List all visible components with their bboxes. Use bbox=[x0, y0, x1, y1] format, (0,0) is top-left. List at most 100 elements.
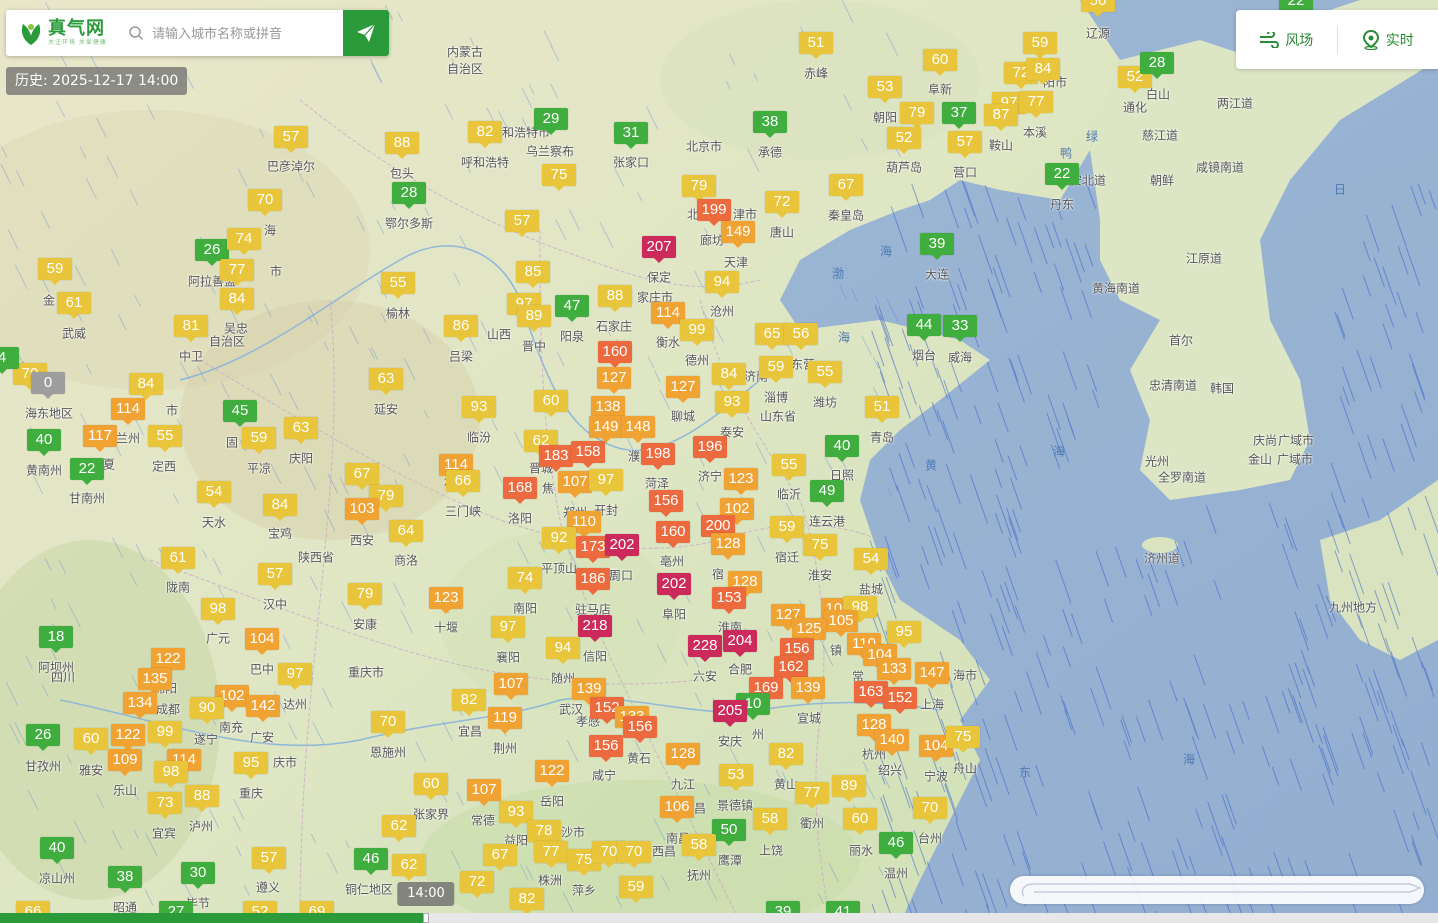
aqi-marker[interactable]: 196 bbox=[693, 436, 727, 463]
aqi-marker[interactable]: 82 bbox=[769, 743, 803, 770]
aqi-marker[interactable]: 40 bbox=[825, 435, 859, 462]
aqi-marker[interactable]: 79 bbox=[900, 102, 934, 129]
aqi-marker[interactable]: 160 bbox=[656, 521, 690, 548]
aqi-marker[interactable]: 82 bbox=[510, 888, 544, 915]
aqi-marker[interactable]: 22 bbox=[70, 458, 104, 485]
aqi-marker[interactable]: 84 bbox=[263, 494, 297, 521]
aqi-marker[interactable]: 202 bbox=[605, 534, 639, 561]
aqi-marker[interactable]: 4 bbox=[0, 347, 19, 374]
aqi-marker[interactable]: 218 bbox=[578, 615, 612, 642]
aqi-marker[interactable]: 152 bbox=[883, 687, 917, 714]
aqi-marker[interactable]: 39 bbox=[920, 233, 954, 260]
aqi-marker[interactable]: 95 bbox=[234, 752, 268, 779]
aqi-marker[interactable]: 59 bbox=[770, 516, 804, 543]
aqi-marker[interactable]: 92 bbox=[542, 527, 576, 554]
aqi-marker[interactable]: 57 bbox=[505, 210, 539, 237]
aqi-marker[interactable]: 57 bbox=[948, 131, 982, 158]
timeline-track[interactable] bbox=[0, 913, 1438, 923]
aqi-marker[interactable]: 77 bbox=[1019, 91, 1053, 118]
aqi-marker[interactable]: 87 bbox=[984, 104, 1018, 131]
aqi-marker[interactable]: 135 bbox=[138, 668, 172, 695]
aqi-marker[interactable]: 107 bbox=[494, 673, 528, 700]
aqi-marker[interactable]: 77 bbox=[534, 841, 568, 868]
aqi-marker[interactable]: 119 bbox=[488, 707, 522, 734]
aqi-marker[interactable]: 61 bbox=[161, 547, 195, 574]
aqi-marker[interactable]: 78 bbox=[527, 820, 561, 847]
aqi-marker[interactable]: 56 bbox=[1081, 0, 1115, 17]
aqi-marker[interactable]: 93 bbox=[462, 396, 496, 423]
aqi-marker[interactable]: 60 bbox=[923, 49, 957, 76]
aqi-marker[interactable]: 99 bbox=[148, 721, 182, 748]
aqi-marker[interactable]: 114 bbox=[111, 398, 145, 425]
aqi-marker[interactable]: 95 bbox=[887, 621, 921, 648]
aqi-marker[interactable]: 88 bbox=[385, 132, 419, 159]
aqi-marker[interactable]: 62 bbox=[392, 854, 426, 881]
aqi-marker[interactable]: 28 bbox=[392, 182, 426, 209]
aqi-marker[interactable]: 28 bbox=[1140, 52, 1174, 79]
aqi-marker[interactable]: 56 bbox=[784, 323, 818, 350]
aqi-marker[interactable]: 82 bbox=[452, 689, 486, 716]
aqi-marker[interactable]: 168 bbox=[503, 477, 537, 504]
aqi-marker[interactable]: 207 bbox=[642, 236, 676, 263]
aqi-marker[interactable]: 204 bbox=[723, 630, 757, 657]
aqi-marker[interactable]: 18 bbox=[39, 626, 73, 653]
aqi-marker[interactable]: 51 bbox=[865, 396, 899, 423]
aqi-marker[interactable]: 158 bbox=[571, 441, 605, 468]
aqi-marker[interactable]: 98 bbox=[154, 761, 188, 788]
aqi-marker[interactable]: 50 bbox=[712, 819, 746, 846]
aqi-marker[interactable]: 198 bbox=[641, 443, 675, 470]
aqi-marker[interactable]: 70 bbox=[248, 189, 282, 216]
aqi-marker[interactable]: 52 bbox=[887, 127, 921, 154]
aqi-marker[interactable]: 70 bbox=[913, 797, 947, 824]
aqi-marker[interactable]: 93 bbox=[715, 391, 749, 418]
aqi-marker[interactable]: 147 bbox=[915, 662, 949, 689]
aqi-marker[interactable]: 86 bbox=[444, 315, 478, 342]
aqi-marker[interactable]: 134 bbox=[123, 692, 157, 719]
aqi-marker[interactable]: 128 bbox=[666, 743, 700, 770]
aqi-marker[interactable]: 98 bbox=[201, 598, 235, 625]
aqi-marker[interactable]: 107 bbox=[467, 779, 501, 806]
aqi-marker[interactable]: 67 bbox=[483, 844, 517, 871]
aqi-marker[interactable]: 60 bbox=[74, 728, 108, 755]
aqi-marker[interactable]: 26 bbox=[195, 239, 229, 266]
aqi-marker[interactable]: 75 bbox=[946, 726, 980, 753]
aqi-marker[interactable]: 153 bbox=[712, 587, 746, 614]
aqi-marker[interactable]: 186 bbox=[576, 568, 610, 595]
aqi-marker[interactable]: 33 bbox=[943, 315, 977, 342]
aqi-marker[interactable]: 70 bbox=[371, 711, 405, 738]
aqi-marker[interactable]: 109 bbox=[108, 749, 142, 776]
aqi-marker[interactable]: 149 bbox=[589, 416, 623, 443]
aqi-marker[interactable]: 105 bbox=[824, 610, 858, 637]
aqi-marker[interactable]: 26 bbox=[26, 724, 60, 751]
aqi-marker[interactable]: 81 bbox=[174, 315, 208, 342]
aqi-marker[interactable]: 63 bbox=[369, 368, 403, 395]
logo[interactable]: 真气网 关注环境 关爱健康 bbox=[6, 10, 126, 56]
aqi-marker[interactable]: 89 bbox=[832, 775, 866, 802]
aqi-marker[interactable]: 89 bbox=[517, 305, 551, 332]
aqi-marker[interactable]: 140 bbox=[875, 729, 909, 756]
aqi-marker[interactable]: 75 bbox=[542, 164, 576, 191]
aqi-marker[interactable]: 59 bbox=[619, 876, 653, 903]
aqi-marker[interactable]: 70 bbox=[617, 841, 651, 868]
aqi-marker[interactable]: 142 bbox=[246, 695, 280, 722]
aqi-marker[interactable]: 133 bbox=[877, 658, 911, 685]
aqi-marker[interactable]: 82 bbox=[468, 121, 502, 148]
aqi-marker[interactable]: 127 bbox=[597, 367, 631, 394]
aqi-marker[interactable]: 148 bbox=[621, 416, 655, 443]
city-search-input[interactable] bbox=[152, 18, 332, 48]
aqi-marker[interactable]: 156 bbox=[623, 716, 657, 743]
aqi-marker[interactable]: 0 bbox=[31, 372, 65, 399]
aqi-marker[interactable]: 162 bbox=[774, 656, 808, 683]
realtime-button[interactable]: 实时 bbox=[1338, 20, 1438, 60]
aqi-marker[interactable]: 55 bbox=[772, 454, 806, 481]
aqi-marker[interactable]: 122 bbox=[151, 648, 185, 675]
aqi-marker[interactable]: 123 bbox=[724, 468, 758, 495]
aqi-marker[interactable]: 77 bbox=[795, 782, 829, 809]
aqi-marker[interactable]: 57 bbox=[258, 563, 292, 590]
aqi-marker[interactable]: 97 bbox=[491, 616, 525, 643]
aqi-marker[interactable]: 53 bbox=[868, 76, 902, 103]
aqi-marker[interactable]: 99 bbox=[680, 319, 714, 346]
aqi-marker[interactable]: 55 bbox=[148, 425, 182, 452]
aqi-marker[interactable]: 58 bbox=[753, 808, 787, 835]
aqi-marker[interactable]: 88 bbox=[185, 785, 219, 812]
